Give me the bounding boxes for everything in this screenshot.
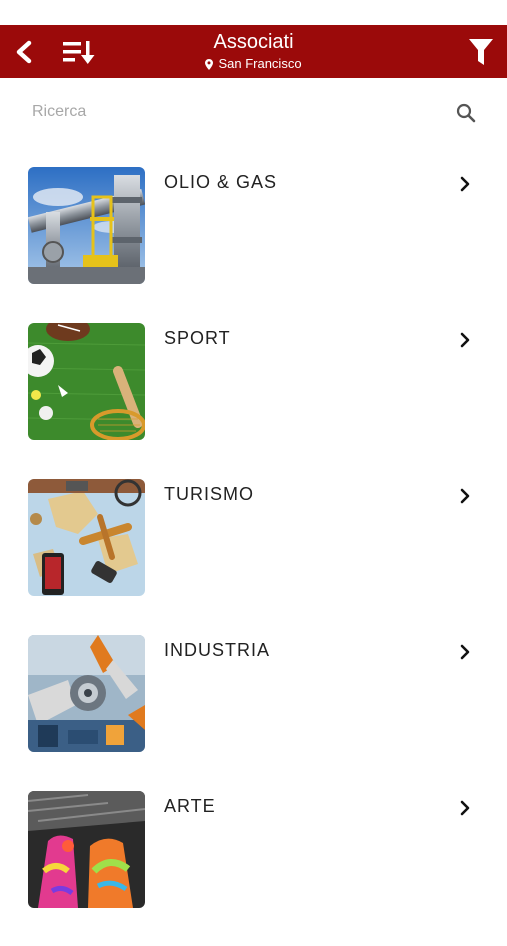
chevron-right-icon xyxy=(460,644,470,660)
location-label[interactable]: San Francisco xyxy=(205,55,302,73)
category-label: SPORT xyxy=(164,328,231,348)
sort-icon xyxy=(63,40,95,64)
app-header: Associati San Francisco xyxy=(0,25,507,78)
category-item-arte[interactable]: ARTE xyxy=(0,790,507,946)
category-label: INDUSTRIA xyxy=(164,640,271,660)
location-text: San Francisco xyxy=(218,56,302,71)
category-item-oil-gas[interactable]: OLIO & GAS xyxy=(0,166,507,322)
chevron-right-icon xyxy=(460,332,470,348)
header-title-group: Associati San Francisco xyxy=(100,29,407,75)
category-item-turismo[interactable]: TURISMO xyxy=(0,478,507,634)
category-label: OLIO & GAS xyxy=(164,172,278,192)
status-bar xyxy=(0,0,507,25)
category-label: ARTE xyxy=(164,796,216,816)
search-input[interactable] xyxy=(30,98,434,126)
search-button[interactable] xyxy=(455,102,477,124)
painted-hands-image xyxy=(28,791,145,908)
page-title: Associati xyxy=(213,31,294,53)
industrial-robots-image xyxy=(28,635,145,752)
sports-equipment-image xyxy=(28,323,145,440)
map-pin-icon xyxy=(205,58,214,70)
chevron-right-icon xyxy=(460,800,470,816)
search-bar xyxy=(0,90,507,134)
category-item-industria[interactable]: INDUSTRIA xyxy=(0,634,507,790)
filter-icon xyxy=(469,38,493,65)
category-list: OLIO & GAS SPORT TURISMO INDUSTRIA ARTE xyxy=(0,166,507,946)
filter-button[interactable] xyxy=(463,25,499,78)
back-arrow-icon xyxy=(16,40,32,63)
travel-map-image xyxy=(28,479,145,596)
category-label: TURISMO xyxy=(164,484,254,504)
chevron-right-icon xyxy=(460,488,470,504)
category-item-sport[interactable]: SPORT xyxy=(0,322,507,478)
search-icon xyxy=(456,103,476,123)
oil-gas-pipes-image xyxy=(28,167,145,284)
sort-button[interactable] xyxy=(58,25,98,78)
chevron-right-icon xyxy=(460,176,470,192)
back-button[interactable] xyxy=(6,25,42,78)
